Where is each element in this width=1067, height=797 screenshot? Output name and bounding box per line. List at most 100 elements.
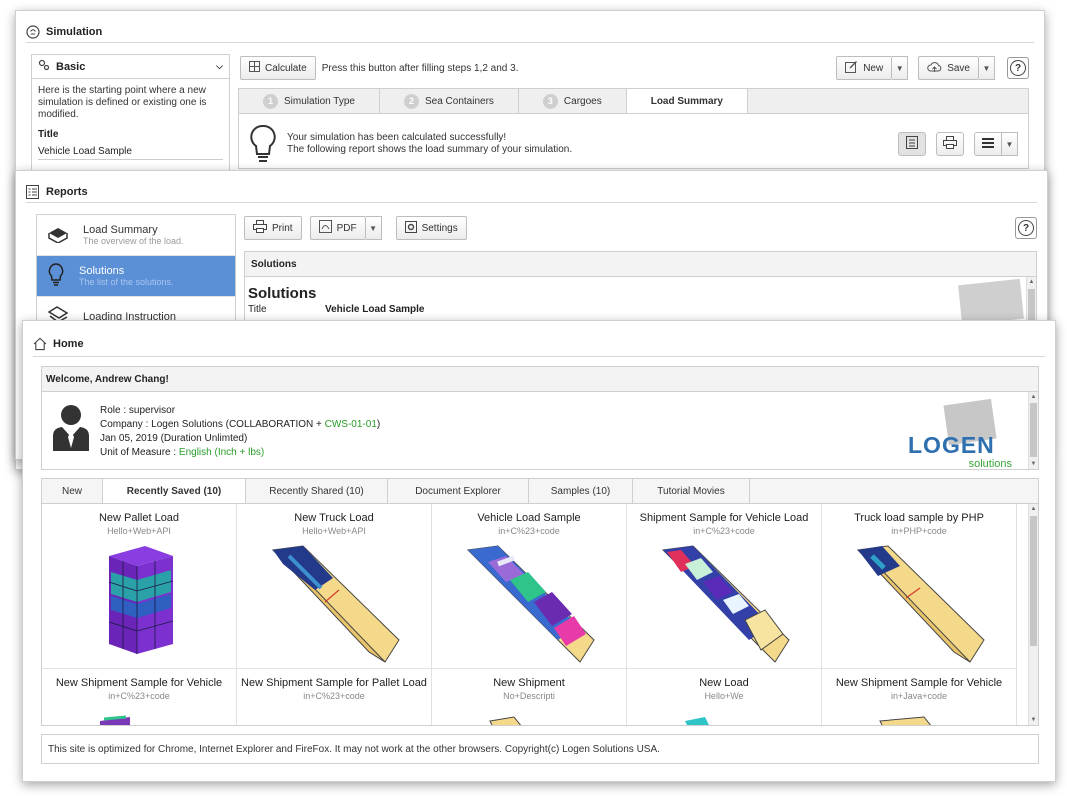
cloud-upload-icon <box>927 61 942 76</box>
thumbnail-partial <box>489 716 522 725</box>
logo-text: LOGEN <box>908 432 995 458</box>
company-code-link[interactable]: CWS-01-01 <box>325 419 377 430</box>
card-title: New Truck Load <box>294 512 374 524</box>
report-row: Title Vehicle Load Sample <box>245 304 1036 315</box>
tab-new[interactable]: New <box>42 479 103 503</box>
new-button[interactable]: New <box>836 56 893 80</box>
saved-card[interactable]: New Shipment Sample for Pallet Load in+C… <box>237 669 432 725</box>
saved-card[interactable]: New Shipment Sample for Vehicle in+C%23+… <box>42 669 237 725</box>
calculate-button[interactable]: Calculate <box>240 56 316 80</box>
title-field[interactable]: Vehicle Load Sample <box>38 144 223 160</box>
tab-load-summary[interactable]: Load Summary <box>626 89 748 113</box>
user-info: Role : supervisor Company : Logen Soluti… <box>42 392 1038 472</box>
scroll-thumb[interactable] <box>1028 289 1035 320</box>
tab-simulation-type[interactable]: 1 Simulation Type <box>239 89 380 113</box>
edit-icon <box>845 60 858 76</box>
scroll-up-icon[interactable]: ▲ <box>1029 392 1038 402</box>
calculator-icon <box>249 61 260 75</box>
grid-scrollbar[interactable]: ▲ ▼ <box>1028 504 1038 725</box>
scroll-up-icon[interactable]: ▲ <box>1029 504 1038 514</box>
scroll-down-icon[interactable]: ▼ <box>1029 459 1038 469</box>
scroll-down-icon[interactable]: ▼ <box>1029 715 1038 725</box>
print-button[interactable] <box>936 132 964 156</box>
basic-select[interactable]: Basic ⌵ <box>32 55 229 79</box>
card-title: New Shipment Sample for Pallet Load <box>241 677 427 689</box>
save-label: Save <box>947 62 970 74</box>
side-description: Here is the starting point where a new s… <box>38 85 207 120</box>
saved-card[interactable]: New Shipment Sample for Vehicle in+Java+… <box>822 669 1017 725</box>
report-list-icon <box>26 184 40 199</box>
company-suffix: ) <box>376 419 381 430</box>
simulation-title: Simulation <box>46 25 103 38</box>
boxes-icon <box>47 225 69 246</box>
pdf-dropdown-arrow[interactable]: ▼ <box>365 216 382 240</box>
shipment-vehicle-thumbnail <box>661 545 790 663</box>
report-view-button[interactable] <box>898 132 926 156</box>
simulation-sidebar: Basic ⌵ Here is the starting point where… <box>31 54 230 174</box>
save-button[interactable]: Save <box>918 56 979 80</box>
welcome-heading: Welcome, Andrew Chang! <box>42 367 1038 392</box>
user-uom: Unit of Measure : English (Inch + lbs) <box>100 446 380 460</box>
tab-recently-shared[interactable]: Recently Shared (10) <box>246 479 388 503</box>
tab-cargoes[interactable]: 3 Cargoes <box>519 89 627 113</box>
document-icon <box>906 136 918 152</box>
report-item-solutions[interactable]: Solutions The list of the solutions. <box>37 256 235 297</box>
card-subtitle: No+Descripti <box>503 691 555 701</box>
hamburger-icon <box>982 137 994 151</box>
home-panel: Home Welcome, Andrew Chang! Role : super… <box>22 320 1056 782</box>
new-dropdown-arrow[interactable]: ▼ <box>892 56 909 80</box>
uom-prefix: Unit of Measure : <box>100 447 179 458</box>
report-item-title: Load Summary <box>83 224 158 236</box>
welcome-scrollbar[interactable]: ▲ ▼ <box>1028 392 1038 469</box>
card-subtitle: Hello+We <box>704 691 744 701</box>
print-label: Print <box>272 222 293 234</box>
scroll-up-icon[interactable]: ▲ <box>1027 277 1036 287</box>
message-line-1: Your simulation has been calculated succ… <box>287 132 507 143</box>
tab-document-explorer[interactable]: Document Explorer <box>388 479 529 503</box>
tab-samples[interactable]: Samples (10) <box>529 479 633 503</box>
report-item-title: Solutions <box>79 265 125 277</box>
tab-recently-saved[interactable]: Recently Saved (10) <box>103 479 246 503</box>
uom-link[interactable]: English (Inch + lbs) <box>179 447 264 458</box>
report-item-subtitle: The list of the solutions. <box>79 277 174 287</box>
home-tabs: New Recently Saved (10) Recently Shared … <box>41 478 1039 504</box>
pdf-button[interactable]: PDF <box>309 216 366 240</box>
report-list: Load Summary The overview of the load. S… <box>36 214 236 324</box>
gear-icon <box>404 220 417 236</box>
gears-icon <box>38 59 50 74</box>
pdf-label: PDF <box>336 222 357 234</box>
saved-card[interactable]: Shipment Sample for Vehicle Load in+C%23… <box>627 504 822 669</box>
settings-label: Settings <box>421 222 458 234</box>
help-icon: ? <box>1010 60 1026 76</box>
card-subtitle: in+C%23+code <box>108 691 170 701</box>
message-text: Your simulation has been calculated succ… <box>287 124 888 156</box>
save-button-group: Save ▼ <box>918 56 995 80</box>
new-button-group: New ▼ <box>836 56 909 80</box>
tab-sea-containers[interactable]: 2 Sea Containers <box>380 89 519 113</box>
save-dropdown-arrow[interactable]: ▼ <box>979 56 995 80</box>
menu-dropdown-arrow[interactable]: ▼ <box>1002 132 1018 156</box>
settings-button[interactable]: Settings <box>395 216 467 240</box>
scroll-thumb[interactable] <box>1030 403 1037 457</box>
simulation-help-button[interactable]: ? <box>1007 57 1029 79</box>
menu-button[interactable] <box>974 132 1002 156</box>
scroll-thumb[interactable] <box>1030 516 1037 646</box>
step-number: 2 <box>403 93 419 109</box>
report-scrollbar[interactable]: ▲ <box>1026 277 1036 320</box>
help-icon: ? <box>1018 220 1034 236</box>
saved-card[interactable]: New Truck Load Hello+Web+API <box>237 504 432 669</box>
saved-card[interactable]: New Shipment No+Descripti <box>432 669 627 725</box>
saved-card[interactable]: New Pallet Load Hello+Web+API <box>42 504 237 669</box>
saved-card[interactable]: New Load Hello+We <box>627 669 822 725</box>
report-item-load-summary[interactable]: Load Summary The overview of the load. <box>37 215 235 256</box>
tab-tutorial-movies[interactable]: Tutorial Movies <box>633 479 750 503</box>
saved-simulations-grid: New Pallet Load Hello+Web+API New Truck … <box>41 504 1039 726</box>
tab-label: Simulation Type <box>284 95 355 107</box>
print-button[interactable]: Print <box>244 216 302 240</box>
calculate-label: Calculate <box>265 62 307 74</box>
reports-help-button[interactable]: ? <box>1015 217 1037 239</box>
card-subtitle: Hello+Web+API <box>107 526 171 536</box>
saved-card[interactable]: Truck load sample by PHP in+PHP+code <box>822 504 1017 669</box>
chevron-down-icon: ⌵ <box>216 61 223 71</box>
saved-card[interactable]: Vehicle Load Sample in+C%23+code <box>432 504 627 669</box>
